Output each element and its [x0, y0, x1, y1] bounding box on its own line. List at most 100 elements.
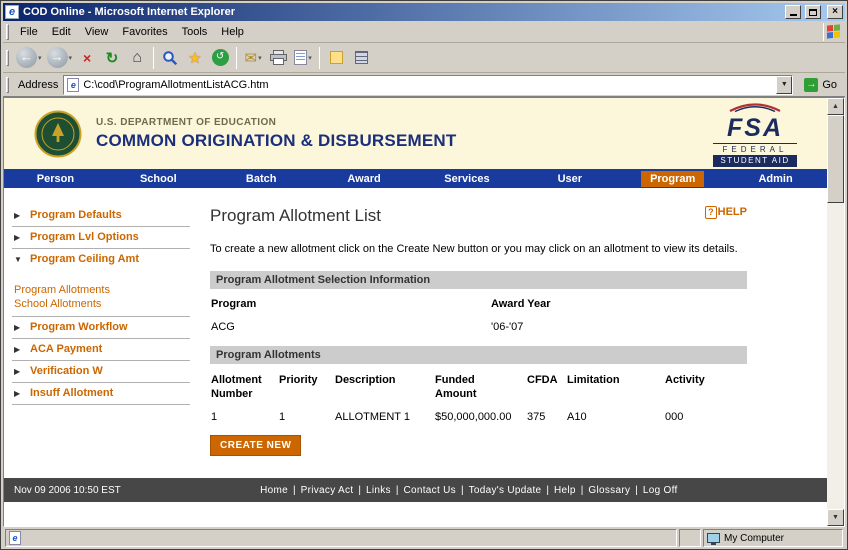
refresh-button[interactable]: ↻: [100, 45, 124, 71]
sidebar-item-program-ceiling-amt[interactable]: ▼ Program Ceiling Amt Program Allotments…: [12, 249, 190, 317]
forward-button[interactable]: → ▾: [45, 45, 75, 71]
edit-button[interactable]: ▾: [291, 45, 315, 71]
nav-tab-person[interactable]: Person: [4, 169, 107, 188]
edit-dropdown-icon[interactable]: ▾: [308, 54, 312, 62]
address-input[interactable]: e C:\cod\ProgramAllotmentListACG.htm ▼: [63, 75, 793, 95]
help-link[interactable]: ? HELP: [705, 206, 747, 219]
footer-link-help[interactable]: Help: [549, 485, 581, 496]
nav-tab-user[interactable]: User: [518, 169, 621, 188]
go-button[interactable]: → Go: [798, 75, 843, 95]
minimize-icon: [790, 14, 797, 16]
nav-tab-award[interactable]: Award: [313, 169, 416, 188]
nav-tab-batch[interactable]: Batch: [210, 169, 313, 188]
menu-help[interactable]: Help: [214, 23, 251, 41]
toolbar-grip[interactable]: [6, 50, 9, 66]
footer-link-log-off[interactable]: Log Off: [638, 485, 683, 496]
window-title: COD Online - Microsoft Internet Explorer: [23, 6, 781, 18]
sidebar-subitem-program-allotments[interactable]: Program Allotments: [14, 283, 190, 297]
chevron-right-icon[interactable]: ▶: [14, 343, 23, 354]
messenger-button[interactable]: [349, 45, 373, 71]
go-arrow-icon: →: [804, 78, 818, 92]
refresh-icon: ↻: [106, 49, 119, 67]
vertical-scrollbar[interactable]: ▲ ▼: [827, 98, 844, 526]
maximize-button[interactable]: [805, 5, 821, 19]
print-button[interactable]: [266, 45, 290, 71]
scroll-down-button[interactable]: ▼: [827, 509, 844, 526]
menu-edit[interactable]: Edit: [45, 23, 78, 41]
award-year-column-header: Award Year: [491, 298, 747, 310]
mail-button[interactable]: ✉ ▾: [241, 45, 265, 71]
footer-link-glossary[interactable]: Glossary: [583, 485, 635, 496]
sidebar-item-insuff-allotment[interactable]: ▶ Insuff Allotment: [12, 383, 190, 405]
discuss-icon: [330, 51, 343, 64]
forward-dropdown-icon[interactable]: ▾: [69, 54, 73, 62]
back-dropdown-icon[interactable]: ▾: [38, 54, 42, 62]
history-button[interactable]: ↺: [208, 45, 232, 71]
status-panel-small: [679, 529, 701, 547]
my-computer-icon: [707, 533, 720, 543]
chevron-right-icon[interactable]: ▶: [14, 209, 23, 220]
mail-icon: ✉: [244, 49, 257, 67]
status-panel: e: [5, 529, 677, 547]
minimize-button[interactable]: [785, 5, 801, 19]
nav-tab-services[interactable]: Services: [416, 169, 519, 188]
footer-link-contact-us[interactable]: Contact Us: [398, 485, 460, 496]
allotments-table: Allotment Number Priority Description Fu…: [210, 373, 747, 423]
dept-line1: U.S. DEPARTMENT OF EDUCATION: [96, 117, 456, 128]
nav-tab-program[interactable]: Program: [621, 169, 724, 188]
chevron-right-icon[interactable]: ▶: [14, 321, 23, 332]
sidebar-item-program-lvl-options[interactable]: ▶ Program Lvl Options: [12, 227, 190, 249]
footer-link-privacy-act[interactable]: Privacy Act: [296, 485, 359, 496]
sidebar-item-verification-w[interactable]: ▶ Verification W: [12, 361, 190, 383]
footer-link-todays-update[interactable]: Today's Update: [464, 485, 547, 496]
stop-button[interactable]: ×: [75, 45, 99, 71]
create-new-button[interactable]: CREATE NEW: [210, 435, 301, 456]
col-description: Description: [335, 373, 435, 402]
sidebar-item-program-workflow[interactable]: ▶ Program Workflow: [12, 317, 190, 339]
col-cfda: CFDA: [527, 373, 567, 402]
table-row-cell-allotment-number[interactable]: 1: [211, 411, 279, 423]
home-button[interactable]: ⌂: [125, 45, 149, 71]
menu-bar: File Edit View Favorites Tools Help: [3, 21, 845, 43]
chevron-right-icon[interactable]: ▶: [14, 365, 23, 376]
search-button[interactable]: [158, 45, 182, 71]
ed-seal-logo: [34, 110, 82, 158]
windows-logo-icon: [823, 23, 843, 41]
messenger-icon: [355, 51, 368, 64]
selection-info: Program Award Year ACG '06-'07: [210, 298, 747, 333]
nav-tab-school[interactable]: School: [107, 169, 210, 188]
dept-line2: COMMON ORIGINATION & DISBURSEMENT: [96, 131, 456, 151]
footer-link-links[interactable]: Links: [361, 485, 396, 496]
help-icon: ?: [705, 206, 717, 219]
footer-link-home[interactable]: Home: [255, 485, 293, 496]
scrollbar-track[interactable]: [827, 115, 844, 509]
scroll-up-button[interactable]: ▲: [827, 98, 844, 115]
menu-favorites[interactable]: Favorites: [115, 23, 174, 41]
favorites-button[interactable]: ★: [183, 45, 207, 71]
browser-viewport: U.S. DEPARTMENT OF EDUCATION COMMON ORIG…: [3, 97, 845, 527]
chevron-right-icon[interactable]: ▶: [14, 387, 23, 398]
address-dropdown-button[interactable]: ▼: [776, 76, 792, 94]
toolbar-grip[interactable]: [6, 24, 9, 40]
menu-tools[interactable]: Tools: [175, 23, 215, 41]
edit-icon: [294, 50, 307, 65]
primary-nav: Person School Batch Award Services User …: [4, 169, 827, 188]
go-label: Go: [822, 79, 837, 91]
sidebar-item-aca-payment[interactable]: ▶ ACA Payment: [12, 339, 190, 361]
sidebar-item-program-defaults[interactable]: ▶ Program Defaults: [12, 205, 190, 227]
chevron-right-icon[interactable]: ▶: [14, 231, 23, 242]
mail-dropdown-icon[interactable]: ▾: [258, 54, 262, 62]
menu-view[interactable]: View: [78, 23, 116, 41]
sidebar-subitem-school-allotments[interactable]: School Allotments: [14, 297, 190, 311]
discuss-button[interactable]: [324, 45, 348, 71]
title-bar: e COD Online - Microsoft Internet Explor…: [3, 3, 845, 21]
toolbar-grip[interactable]: [6, 77, 9, 93]
nav-tab-admin[interactable]: Admin: [724, 169, 827, 188]
menu-file[interactable]: File: [13, 23, 45, 41]
close-button[interactable]: ×: [827, 5, 843, 19]
award-year-value: '06-'07: [491, 321, 747, 333]
back-button[interactable]: ← ▾: [14, 45, 44, 71]
fsa-logo: FSA FEDERAL STUDENT AID: [713, 100, 797, 167]
scrollbar-thumb[interactable]: [827, 115, 844, 203]
table-row-cell-activity: 000: [665, 411, 747, 423]
